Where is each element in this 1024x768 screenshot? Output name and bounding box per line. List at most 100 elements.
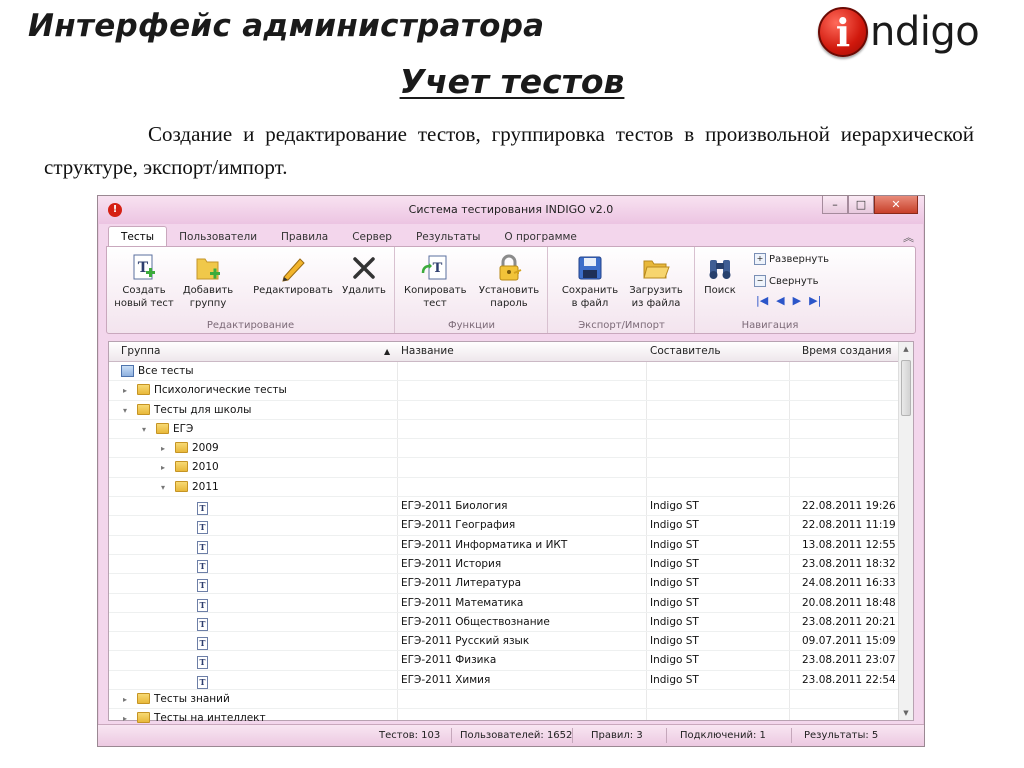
- test-created: 13.08.2011 12:55: [802, 538, 896, 551]
- test-file-icon: T: [197, 540, 208, 554]
- scroll-up-icon[interactable]: ▲: [899, 342, 913, 356]
- group-row[interactable]: ▸ 2009: [109, 439, 899, 459]
- minimize-button[interactable]: –: [822, 196, 848, 214]
- test-icon-cell: T: [197, 539, 208, 554]
- add-group-button[interactable]: Добавить группу: [177, 252, 239, 310]
- test-created: 22.08.2011 19:26: [802, 500, 896, 513]
- test-row[interactable]: T ЕГЭ-2011 Обществознание Indigo ST 23.08.2…: [109, 613, 899, 633]
- column-author[interactable]: Составитель: [650, 345, 721, 357]
- tab-rules[interactable]: Правила: [269, 227, 340, 247]
- test-row[interactable]: T ЕГЭ-2011 Литература Indigo ST 24.08.2011 …: [109, 574, 899, 594]
- search-button[interactable]: Поиск: [698, 252, 742, 297]
- add-folder-icon: [177, 252, 239, 284]
- test-icon-cell: T: [197, 635, 208, 651]
- group-name: 2009: [192, 442, 219, 455]
- maximize-button[interactable]: □: [848, 196, 874, 214]
- tab-results[interactable]: Результаты: [404, 227, 492, 247]
- tab-about[interactable]: О программе: [492, 227, 588, 247]
- save-file-label: Сохранить в файл: [561, 285, 619, 309]
- row-icon: [156, 422, 169, 436]
- expanded-caret-icon[interactable]: ▾: [161, 483, 165, 492]
- test-created: 23.08.2011 22:54: [802, 673, 896, 686]
- last-icon[interactable]: ▶|: [809, 294, 821, 307]
- close-button[interactable]: ✕: [874, 196, 918, 214]
- set-password-button[interactable]: Установить пароль: [478, 252, 540, 310]
- window-title: Система тестирования INDIGO v2.0: [408, 203, 614, 216]
- grid-header: Группа ▲ Название Составитель Время созд…: [109, 342, 899, 362]
- lock-icon: [478, 252, 540, 284]
- group-row[interactable]: ▾ ЕГЭ: [109, 420, 899, 440]
- test-row[interactable]: T ЕГЭ-2011 Химия Indigo ST 23.08.2011 22:54: [109, 671, 899, 691]
- group-name: Тесты для школы: [154, 403, 252, 416]
- tab-users[interactable]: Пользователи: [167, 227, 269, 247]
- expanded-caret-icon[interactable]: ▾: [123, 406, 127, 415]
- test-row[interactable]: T ЕГЭ-2011 Физика Indigo ST 23.08.2011 23:0…: [109, 651, 899, 671]
- next-icon[interactable]: ▶: [793, 294, 801, 307]
- row-icon: [137, 384, 150, 397]
- collapsed-caret-icon[interactable]: ▸: [161, 463, 165, 472]
- folder-icon: [137, 384, 150, 396]
- vertical-scrollbar[interactable]: ▲ ▼: [898, 342, 913, 720]
- collapsed-caret-icon[interactable]: ▸: [123, 714, 127, 723]
- column-group[interactable]: Группа: [121, 345, 160, 357]
- slide-title: Интерфейс администратора: [28, 8, 545, 44]
- group-name: ЕГЭ: [173, 422, 194, 435]
- test-row[interactable]: T ЕГЭ-2011 Математика Indigo ST 20.08.2011 …: [109, 594, 899, 613]
- test-row[interactable]: T ЕГЭ-2011 История Indigo ST 23.08.2011 18:…: [109, 555, 899, 575]
- group-navigation-label: Навигация: [741, 320, 799, 331]
- previous-icon[interactable]: ◀: [776, 294, 784, 307]
- svg-text:T: T: [433, 261, 443, 276]
- scroll-down-icon[interactable]: ▼: [899, 706, 913, 720]
- group-row[interactable]: ▸ Тесты знаний: [109, 690, 899, 710]
- collapsed-caret-icon[interactable]: ▸: [123, 386, 127, 395]
- folder-icon: [137, 712, 150, 724]
- group-row[interactable]: Все тесты: [109, 362, 899, 382]
- group-navigation: Поиск + Развернуть − Свернуть |◀ ◀ ▶ ▶| …: [696, 247, 844, 333]
- pencil-icon: [253, 252, 333, 284]
- test-author: Indigo ST: [650, 615, 699, 628]
- delete-button[interactable]: Удалить: [333, 252, 395, 297]
- test-created: 09.07.2011 15:09: [802, 635, 896, 648]
- test-row[interactable]: T ЕГЭ-2011 Русский язык Indigo ST 09.07.201…: [109, 632, 899, 652]
- expand-button[interactable]: + Развернуть: [754, 253, 829, 265]
- save-file-button[interactable]: Сохранить в файл: [559, 252, 621, 310]
- collapse-button[interactable]: − Свернуть: [754, 275, 819, 287]
- folder-icon: [175, 442, 188, 454]
- collapse-ribbon-icon[interactable]: ︽: [903, 229, 914, 245]
- column-name[interactable]: Название: [401, 345, 454, 357]
- column-created[interactable]: Время создания: [802, 345, 891, 357]
- test-author: Indigo ST: [650, 673, 699, 686]
- group-row[interactable]: ▾ 2011: [109, 478, 899, 498]
- folder-icon: [156, 422, 169, 434]
- test-name: ЕГЭ-2011 География: [401, 519, 516, 532]
- test-file-icon: T: [197, 559, 208, 573]
- edit-button[interactable]: Редактировать: [253, 252, 333, 297]
- status-bar: Тестов: 103 Пользователей: 1652 Правил: …: [98, 724, 924, 746]
- scroll-thumb[interactable]: [901, 360, 911, 416]
- test-icon-cell: T: [197, 654, 208, 670]
- test-row[interactable]: T ЕГЭ-2011 Информатика и ИКТ Indigo ST 13.0…: [109, 536, 899, 555]
- test-row[interactable]: T ЕГЭ-2011 Биология Indigo ST 22.08.2011 19…: [109, 497, 899, 517]
- ribbon-tabs: Тесты Пользователи Правила Сервер Резуль…: [108, 225, 589, 247]
- subtitle-text: Учет тестов: [399, 62, 625, 101]
- test-created: 22.08.2011 11:19: [802, 519, 896, 532]
- test-file-icon: T: [197, 617, 208, 631]
- tests-grid: Группа ▲ Название Составитель Время созд…: [108, 341, 914, 729]
- group-row[interactable]: ▸ Психологические тесты: [109, 381, 899, 401]
- group-row[interactable]: ▾ Тесты для школы: [109, 401, 899, 420]
- test-name: ЕГЭ-2011 История: [401, 557, 502, 570]
- collapsed-caret-icon[interactable]: ▸: [161, 444, 165, 453]
- test-row[interactable]: T ЕГЭ-2011 География Indigo ST 22.08.2011 1…: [109, 516, 899, 536]
- test-icon-cell: T: [197, 500, 208, 516]
- collapsed-caret-icon[interactable]: ▸: [123, 695, 127, 704]
- group-row[interactable]: ▸ 2010: [109, 458, 899, 478]
- load-file-button[interactable]: Загрузить из файла: [625, 252, 687, 310]
- expanded-caret-icon[interactable]: ▾: [142, 425, 146, 434]
- create-test-button[interactable]: T Создать новый тест: [113, 252, 175, 310]
- first-icon[interactable]: |◀: [756, 294, 768, 307]
- tab-tests[interactable]: Тесты: [108, 226, 168, 247]
- status-separator: [572, 728, 573, 743]
- tab-server[interactable]: Сервер: [340, 227, 404, 247]
- create-test-label: Создать новый тест: [114, 285, 174, 309]
- copy-test-button[interactable]: T Копировать тест: [404, 252, 466, 310]
